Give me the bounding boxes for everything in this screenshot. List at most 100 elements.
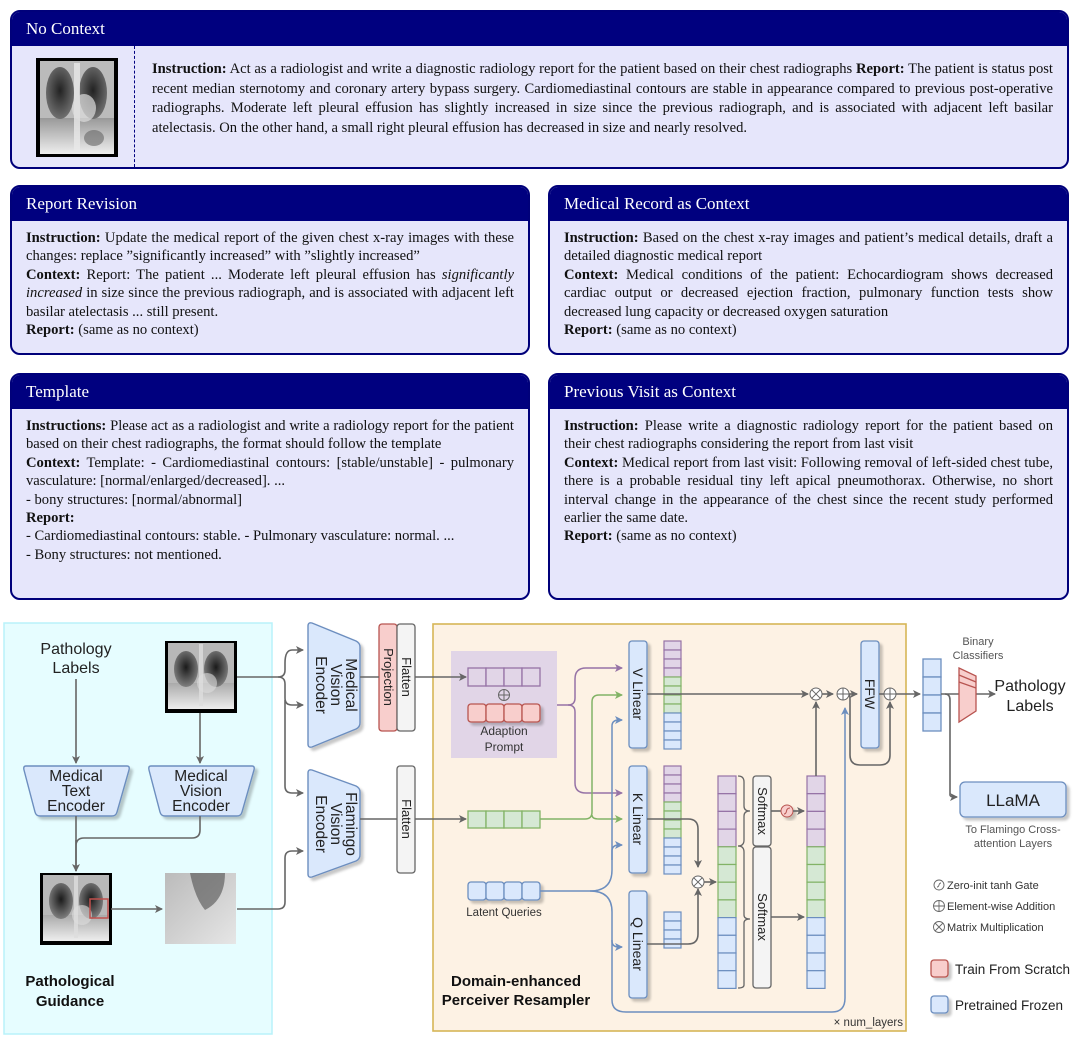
context-text: Report: The patient ... Moderate left pl… xyxy=(80,266,442,283)
v-linear-label: V Linear xyxy=(630,668,646,720)
token-cell xyxy=(717,775,737,795)
legend-mul-label: Matrix Multiplication xyxy=(947,922,1044,934)
token-cell xyxy=(663,801,682,812)
token-cell xyxy=(663,649,682,660)
card-body: Instruction: Act as a radiologist and wr… xyxy=(152,60,1053,138)
adaption-prompt-visual-tokens xyxy=(467,667,541,687)
card-title: Template xyxy=(12,375,528,409)
k-output-stack xyxy=(663,765,682,875)
element-wise-addition-icon xyxy=(883,687,897,701)
latent-queries-label: Latent Queries xyxy=(466,907,542,919)
matrix-multiplication-icon xyxy=(809,687,823,701)
token-cell xyxy=(663,640,682,651)
token-cell xyxy=(663,846,682,857)
v-output-stack xyxy=(663,640,682,750)
card-template: Template Instructions: Please act as a r… xyxy=(10,373,530,600)
token-cell xyxy=(663,819,682,830)
train-swatch xyxy=(930,959,949,978)
q-linear-label: Q Linear xyxy=(630,917,646,971)
token-cell xyxy=(806,775,826,795)
instruction-label: Instruction: xyxy=(564,230,639,246)
context-label: Context: xyxy=(564,266,619,283)
medical-vision-encoder-left-label: Medical Vision Encoder xyxy=(172,768,230,815)
token-cell xyxy=(663,911,682,922)
token-cell xyxy=(717,863,737,883)
softmax-label-top: Softmax xyxy=(755,787,770,835)
token-cell xyxy=(663,929,682,940)
zero-init-tanh-gate-icon xyxy=(780,804,794,818)
softmax-label-bottom: Softmax xyxy=(755,893,770,941)
frozen-swatch xyxy=(930,995,949,1014)
report-text-line2: - Bony structures: not mentioned. xyxy=(26,546,222,563)
report-text: (same as no context) xyxy=(612,528,737,545)
token-cell xyxy=(717,934,737,954)
arrow-tokens-to-llama xyxy=(944,693,958,801)
token-cell xyxy=(806,934,826,954)
context-label: Context: xyxy=(26,454,81,471)
arrow-xray-branch xyxy=(277,676,304,709)
matrix-multiplication-icon xyxy=(691,875,705,889)
token-cell xyxy=(806,793,826,813)
token-cell xyxy=(717,793,737,813)
card-title: Previous Visit as Context xyxy=(550,375,1067,409)
legend-train-label: Train From Scratch xyxy=(955,962,1070,977)
token-cell xyxy=(717,970,737,990)
element-wise-addition-icon xyxy=(498,689,510,701)
adaption-prompt-tokens xyxy=(467,703,541,723)
token-cell xyxy=(806,899,826,919)
token-cell xyxy=(663,765,682,776)
context-text: Template: - Cardiomediastinal contours: … xyxy=(26,454,514,490)
token-cell xyxy=(663,730,682,741)
token-cell xyxy=(717,916,737,936)
attention-scores-stack xyxy=(717,775,737,990)
latent-queries-tokens xyxy=(467,881,541,901)
token-cell xyxy=(717,828,737,848)
card-previous-visit: Previous Visit as Context Instruction: P… xyxy=(548,373,1069,600)
token-cell xyxy=(663,667,682,678)
instruction-label: Instruction: xyxy=(152,61,227,77)
report-label: Report: xyxy=(26,510,75,527)
report-text: (same as no context) xyxy=(612,322,737,339)
context-label: Context: xyxy=(564,454,619,471)
instruction-label: Instruction: xyxy=(26,230,101,246)
binary-classifiers-label: Binary Classifiers xyxy=(953,636,1004,662)
pathology-labels-output: Pathology Labels xyxy=(994,678,1065,715)
report-text-line1: - Cardiomediastinal contours: stable. - … xyxy=(26,528,455,545)
divider xyxy=(134,46,135,167)
mul-legend-icon xyxy=(933,921,945,933)
report-label: Report: xyxy=(564,528,613,545)
k-linear-label: K Linear xyxy=(630,793,646,845)
legend-gate-label: Zero-init tanh Gate xyxy=(947,880,1039,892)
token-cell xyxy=(663,721,682,732)
card-body: Instruction: Based on the chest x-ray im… xyxy=(550,221,1067,345)
card-no-context: No Context Instruction: Act as a radiolo… xyxy=(10,10,1069,169)
card-body: Instruction: Update the medical report o… xyxy=(12,221,528,345)
report-label: Report: xyxy=(564,322,613,339)
report-label: Report: xyxy=(26,322,75,339)
binary-classifiers xyxy=(958,666,977,724)
token-cell xyxy=(806,828,826,848)
arrow-xray-to-flamingo xyxy=(284,700,304,797)
card-report-revision: Report Revision Instruction: Update the … xyxy=(10,185,530,355)
flatten-label-top: Flatten xyxy=(399,657,414,697)
card-medical-record: Medical Record as Context Instruction: B… xyxy=(548,185,1069,355)
medical-vision-encoder-label: MedicalVisionEncoder xyxy=(312,656,359,714)
architecture-diagram: Pathology Labels Medical Text Encoder Medic… xyxy=(3,622,1070,1035)
instruction-text: Act as a radiologist and write a diagnos… xyxy=(226,61,853,77)
num-layers-label: × num_layers xyxy=(834,1017,904,1029)
projection-label: Projection xyxy=(381,648,396,706)
token-cell xyxy=(663,676,682,687)
instruction-label: Instruction: xyxy=(564,418,639,434)
token-cell xyxy=(663,837,682,848)
chest-xray-input xyxy=(165,641,237,713)
token-cell xyxy=(663,864,682,875)
card-title: No Context xyxy=(12,12,1067,46)
card-title: Medical Record as Context xyxy=(550,187,1067,221)
q-output-stack xyxy=(663,911,682,949)
context-text: Medical conditions of the patient: Echoc… xyxy=(564,266,1053,320)
context-text-post: in size since the previous radiograph, a… xyxy=(26,285,514,320)
llama-caption: To Flamingo Cross-attention Layers xyxy=(965,824,1061,850)
token-cell xyxy=(663,792,682,803)
gate-legend-icon xyxy=(933,879,945,891)
legend: Zero-init tanh Gate Element-wise Additio… xyxy=(930,879,1070,1014)
